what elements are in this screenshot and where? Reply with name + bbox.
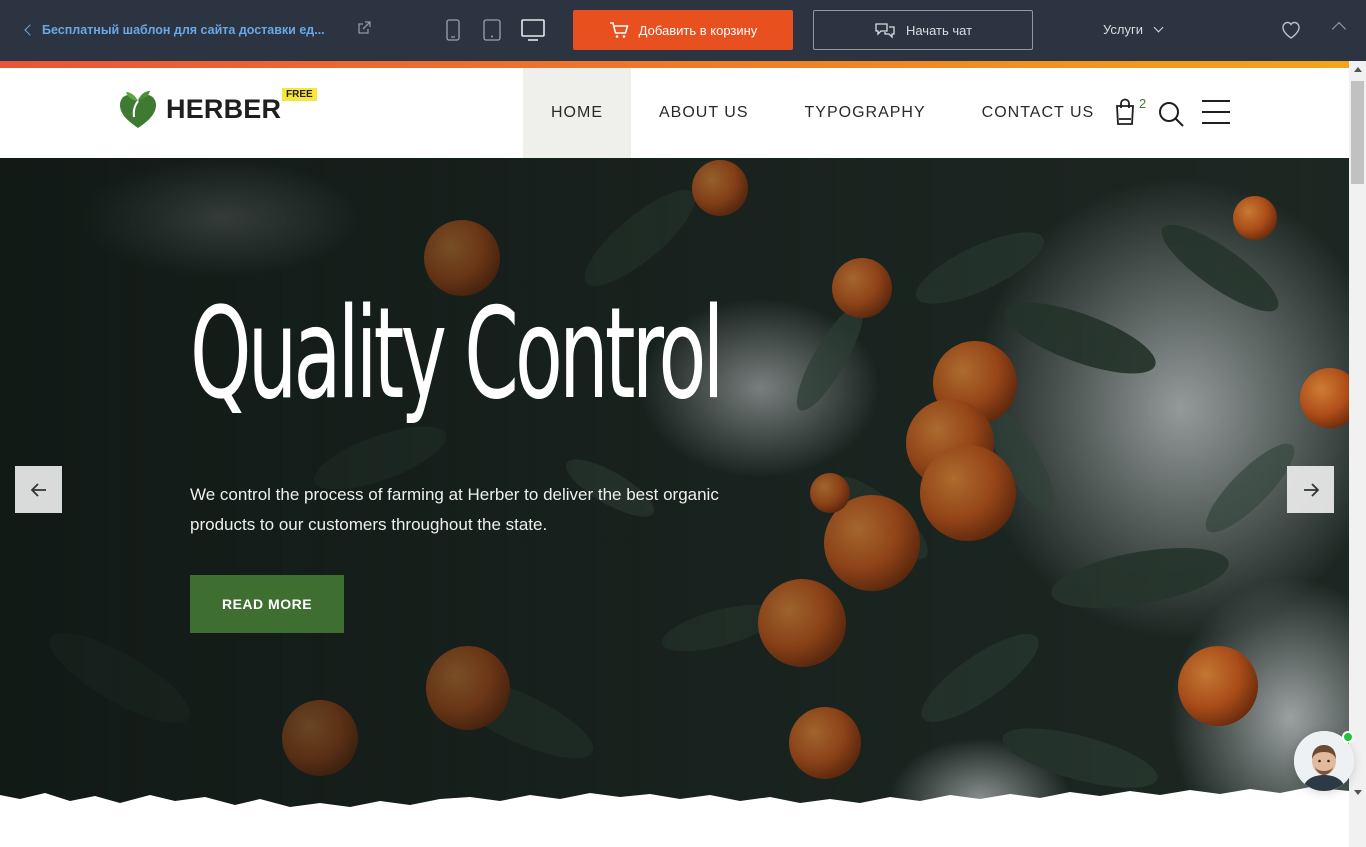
arrow-left-icon — [30, 482, 46, 497]
free-badge: FREE — [282, 88, 317, 101]
scroll-down-arrow-icon[interactable] — [1354, 790, 1362, 795]
chevron-up-icon[interactable] — [1331, 21, 1347, 37]
leaf-heart-logo-icon — [120, 91, 156, 128]
cart-count: 2 — [1139, 96, 1147, 111]
hero-title: Quality Control — [190, 280, 724, 427]
shopping-bag-icon[interactable] — [1114, 98, 1136, 126]
services-label: Услуги — [1103, 22, 1143, 37]
nav-item-contact-us[interactable]: CONTACT US — [954, 68, 1123, 158]
chevron-left-icon — [24, 24, 36, 36]
hero-slider: Quality Control We control the process o… — [0, 158, 1349, 847]
top-gradient-strip — [0, 61, 1349, 68]
torn-paper-edge — [0, 787, 1349, 847]
main-nav: HOME ABOUT US TYPOGRAPHY CONTACT US — [523, 68, 1122, 158]
preview-toolbar: Бесплатный шаблон для сайта доставки ед.… — [0, 0, 1366, 61]
back-link-label: Бесплатный шаблон для сайта доставки ед.… — [42, 23, 325, 37]
read-more-button[interactable]: READ MORE — [190, 575, 344, 633]
chevron-down-icon — [1153, 22, 1164, 33]
vertical-scrollbar[interactable] — [1349, 61, 1366, 847]
hamburger-menu-icon[interactable] — [1202, 100, 1230, 124]
scroll-up-arrow-icon[interactable] — [1354, 67, 1362, 72]
scrollbar-thumb[interactable] — [1351, 81, 1364, 184]
mobile-icon[interactable] — [441, 18, 465, 42]
online-status-dot — [1342, 731, 1354, 743]
chat-icon — [875, 23, 895, 39]
nav-item-about-us[interactable]: ABOUT US — [631, 68, 777, 158]
back-link[interactable]: Бесплатный шаблон для сайта доставки ед.… — [22, 21, 325, 39]
start-chat-label: Начать чат — [905, 22, 973, 38]
nav-item-typography[interactable]: TYPOGRAPHY — [777, 68, 954, 158]
search-icon[interactable] — [1157, 100, 1185, 128]
tablet-icon[interactable] — [480, 18, 504, 42]
nav-item-home[interactable]: HOME — [523, 68, 631, 158]
hero-description: We control the process of farming at Her… — [190, 485, 719, 534]
site-header: HERBER FREE HOME ABOUT US TYPOGRAPHY CON… — [0, 68, 1349, 158]
external-link-icon[interactable] — [356, 20, 372, 36]
add-to-cart-label: Добавить в корзину — [638, 22, 758, 38]
site-preview: HERBER FREE HOME ABOUT US TYPOGRAPHY CON… — [0, 61, 1349, 847]
start-chat-button[interactable]: Начать чат — [813, 10, 1033, 50]
desktop-icon[interactable] — [521, 18, 545, 42]
services-dropdown[interactable]: Услуги — [1103, 22, 1164, 37]
slider-next-button[interactable] — [1287, 466, 1334, 513]
slider-prev-button[interactable] — [15, 466, 62, 513]
cart-icon — [609, 22, 629, 38]
heart-icon[interactable] — [1280, 19, 1302, 41]
logo-text: HERBER — [166, 93, 282, 124]
add-to-cart-button[interactable]: Добавить в корзину — [573, 10, 793, 50]
logo[interactable]: HERBER FREE — [118, 88, 317, 130]
arrow-right-icon — [1303, 482, 1319, 497]
